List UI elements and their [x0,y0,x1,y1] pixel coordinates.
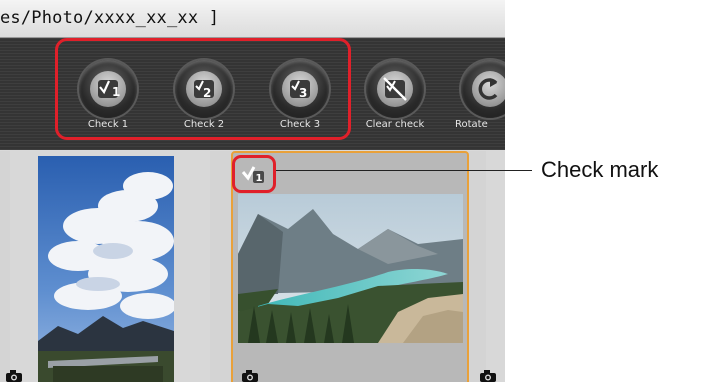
clear-check-label: Clear check [365,119,425,130]
thumbnail-tile[interactable] [486,151,505,382]
rotate-label: Rotate [455,119,488,130]
clear-check-icon [383,77,407,101]
viewer-window: es/Photo/xxxx_xx_xx ] 1 2 3 Check 1 Chec… [0,0,505,382]
rotate-icon [478,78,498,100]
check-buttons-highlight [55,38,351,140]
lake-photo[interactable] [238,194,463,343]
camera-icon [242,370,258,382]
rotate-button[interactable] [461,60,505,118]
folder-path-text: es/Photo/xxxx_xx_xx ] [0,8,220,28]
camera-icon [480,370,496,382]
clear-check-button[interactable] [366,60,424,118]
callout-label: Check mark [541,157,659,182]
camera-icon [6,370,22,382]
check-mark-highlight [232,155,276,193]
folder-path-bar: es/Photo/xxxx_xx_xx ] [0,0,505,38]
callout-leader-line [276,170,532,171]
sky-photo[interactable] [38,156,174,382]
